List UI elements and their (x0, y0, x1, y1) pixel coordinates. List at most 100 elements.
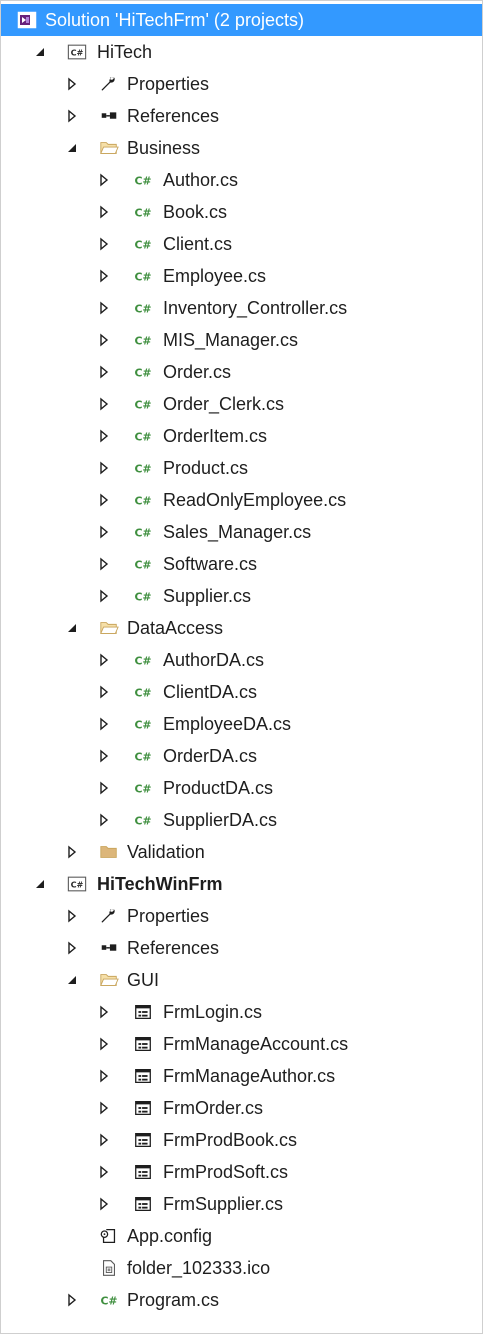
expand-arrow-icon[interactable] (63, 107, 81, 125)
tree-item-label: FrmManageAccount.cs (163, 1034, 349, 1054)
expand-arrow-icon[interactable] (95, 171, 113, 189)
file-node-authorda-cs[interactable]: C# AuthorDA.cs (1, 644, 482, 676)
file-node-order-clerk-cs[interactable]: C# Order_Clerk.cs (1, 388, 482, 420)
file-node-product-cs[interactable]: C# Product.cs (1, 452, 482, 484)
tree-item-label: FrmManageAuthor.cs (163, 1066, 336, 1086)
csharp-project-icon: C# (67, 874, 87, 894)
file-node-frmorder-cs[interactable]: FrmOrder.cs (1, 1092, 482, 1124)
file-node-frmprodbook-cs[interactable]: FrmProdBook.cs (1, 1124, 482, 1156)
expand-arrow-icon[interactable] (95, 427, 113, 445)
expand-arrow-icon[interactable] (95, 523, 113, 541)
expand-arrow-icon[interactable] (95, 1003, 113, 1021)
file-node-frmlogin-cs[interactable]: FrmLogin.cs (1, 996, 482, 1028)
file-node-employeeda-cs[interactable]: C# EmployeeDA.cs (1, 708, 482, 740)
file-node-author-cs[interactable]: C# Author.cs (1, 164, 482, 196)
solution-node[interactable]: Solution 'HiTechFrm' (2 projects) (1, 4, 482, 36)
tree-item-label: Sales_Manager.cs (163, 522, 312, 542)
csharp-file-icon: C# (133, 202, 153, 222)
file-node-program-cs[interactable]: C# Program.cs (1, 1284, 482, 1316)
file-node-frmprodsoft-cs[interactable]: FrmProdSoft.cs (1, 1156, 482, 1188)
tree-item-label: FrmProdSoft.cs (163, 1162, 289, 1182)
collapse-arrow-icon[interactable] (31, 43, 49, 61)
expand-arrow-icon[interactable] (95, 267, 113, 285)
file-node-mis-manager-cs[interactable]: C# MIS_Manager.cs (1, 324, 482, 356)
properties-node[interactable]: Properties (1, 68, 482, 100)
folder-node-dataaccess[interactable]: DataAccess (1, 612, 482, 644)
expand-arrow-icon[interactable] (95, 779, 113, 797)
file-node-inventory-controller-cs[interactable]: C# Inventory_Controller.cs (1, 292, 482, 324)
collapse-arrow-icon[interactable] (63, 619, 81, 637)
file-node-employee-cs[interactable]: C# Employee.cs (1, 260, 482, 292)
file-node-frmmanageauthor-cs[interactable]: FrmManageAuthor.cs (1, 1060, 482, 1092)
tree-item-label: Client.cs (163, 234, 233, 254)
file-node-folder-102333-ico[interactable]: folder_102333.ico (1, 1252, 482, 1284)
expand-arrow-icon[interactable] (95, 1067, 113, 1085)
file-node-readonlyemployee-cs[interactable]: C# ReadOnlyEmployee.cs (1, 484, 482, 516)
references-node[interactable]: References (1, 932, 482, 964)
expand-arrow-icon[interactable] (95, 395, 113, 413)
file-node-frmmanageaccount-cs[interactable]: FrmManageAccount.cs (1, 1028, 482, 1060)
svg-text:C#: C# (134, 783, 151, 796)
expand-arrow-icon[interactable] (95, 1163, 113, 1181)
expand-arrow-icon[interactable] (95, 1195, 113, 1213)
collapse-arrow-icon[interactable] (31, 875, 49, 893)
expand-arrow-icon[interactable] (95, 459, 113, 477)
expand-arrow-icon[interactable] (95, 235, 113, 253)
file-node-productda-cs[interactable]: C# ProductDA.cs (1, 772, 482, 804)
tree-item-label: SupplierDA.cs (163, 810, 278, 830)
file-node-supplier-cs[interactable]: C# Supplier.cs (1, 580, 482, 612)
file-node-sales-manager-cs[interactable]: C# Sales_Manager.cs (1, 516, 482, 548)
expand-arrow-icon[interactable] (63, 1291, 81, 1309)
expand-arrow-icon[interactable] (95, 1099, 113, 1117)
expand-arrow-icon[interactable] (95, 363, 113, 381)
project-node-hitech[interactable]: C# HiTech (1, 36, 482, 68)
csharp-file-icon: C# (133, 682, 153, 702)
expand-arrow-icon[interactable] (63, 939, 81, 957)
visual-studio-solution-icon (17, 10, 37, 30)
folder-node-validation[interactable]: Validation (1, 836, 482, 868)
properties-node[interactable]: Properties (1, 900, 482, 932)
folder-node-gui[interactable]: GUI (1, 964, 482, 996)
tree-item-label: Author.cs (163, 170, 239, 190)
expand-arrow-icon[interactable] (95, 555, 113, 573)
expand-arrow-icon[interactable] (63, 843, 81, 861)
collapse-arrow-icon[interactable] (63, 139, 81, 157)
expand-arrow-icon[interactable] (95, 651, 113, 669)
svg-text:C#: C# (100, 1295, 117, 1308)
expand-arrow-icon[interactable] (95, 491, 113, 509)
tree-item-label: FrmLogin.cs (163, 1002, 263, 1022)
svg-text:C#: C# (71, 48, 84, 58)
references-node[interactable]: References (1, 100, 482, 132)
file-node-book-cs[interactable]: C# Book.cs (1, 196, 482, 228)
file-node-supplierda-cs[interactable]: C# SupplierDA.cs (1, 804, 482, 836)
csharp-file-icon: C# (99, 1290, 119, 1310)
file-node-frmsupplier-cs[interactable]: FrmSupplier.cs (1, 1188, 482, 1220)
file-node-orderitem-cs[interactable]: C# OrderItem.cs (1, 420, 482, 452)
file-node-orderda-cs[interactable]: C# OrderDA.cs (1, 740, 482, 772)
expand-arrow-icon[interactable] (95, 811, 113, 829)
tree-item-label: Software.cs (163, 554, 258, 574)
expand-arrow-icon[interactable] (95, 1131, 113, 1149)
expand-arrow-icon[interactable] (95, 587, 113, 605)
expand-arrow-icon[interactable] (63, 907, 81, 925)
collapse-arrow-icon[interactable] (63, 971, 81, 989)
folder-node-business[interactable]: Business (1, 132, 482, 164)
svg-text:C#: C# (134, 495, 151, 508)
tree-item-label: AuthorDA.cs (163, 650, 265, 670)
csharp-file-icon: C# (133, 650, 153, 670)
project-node-hitechwinfrm[interactable]: C# HiTechWinFrm (1, 868, 482, 900)
file-node-order-cs[interactable]: C# Order.cs (1, 356, 482, 388)
expand-arrow-icon[interactable] (95, 299, 113, 317)
expand-arrow-icon[interactable] (95, 747, 113, 765)
file-node-client-cs[interactable]: C# Client.cs (1, 228, 482, 260)
expand-arrow-icon[interactable] (95, 683, 113, 701)
file-node-app-config[interactable]: App.config (1, 1220, 482, 1252)
expand-arrow-icon[interactable] (95, 203, 113, 221)
expand-arrow-icon[interactable] (95, 715, 113, 733)
file-node-software-cs[interactable]: C# Software.cs (1, 548, 482, 580)
expand-arrow-icon[interactable] (95, 1035, 113, 1053)
expand-arrow-icon[interactable] (63, 75, 81, 93)
tree-item-label: References (127, 106, 220, 126)
file-node-clientda-cs[interactable]: C# ClientDA.cs (1, 676, 482, 708)
expand-arrow-icon[interactable] (95, 331, 113, 349)
